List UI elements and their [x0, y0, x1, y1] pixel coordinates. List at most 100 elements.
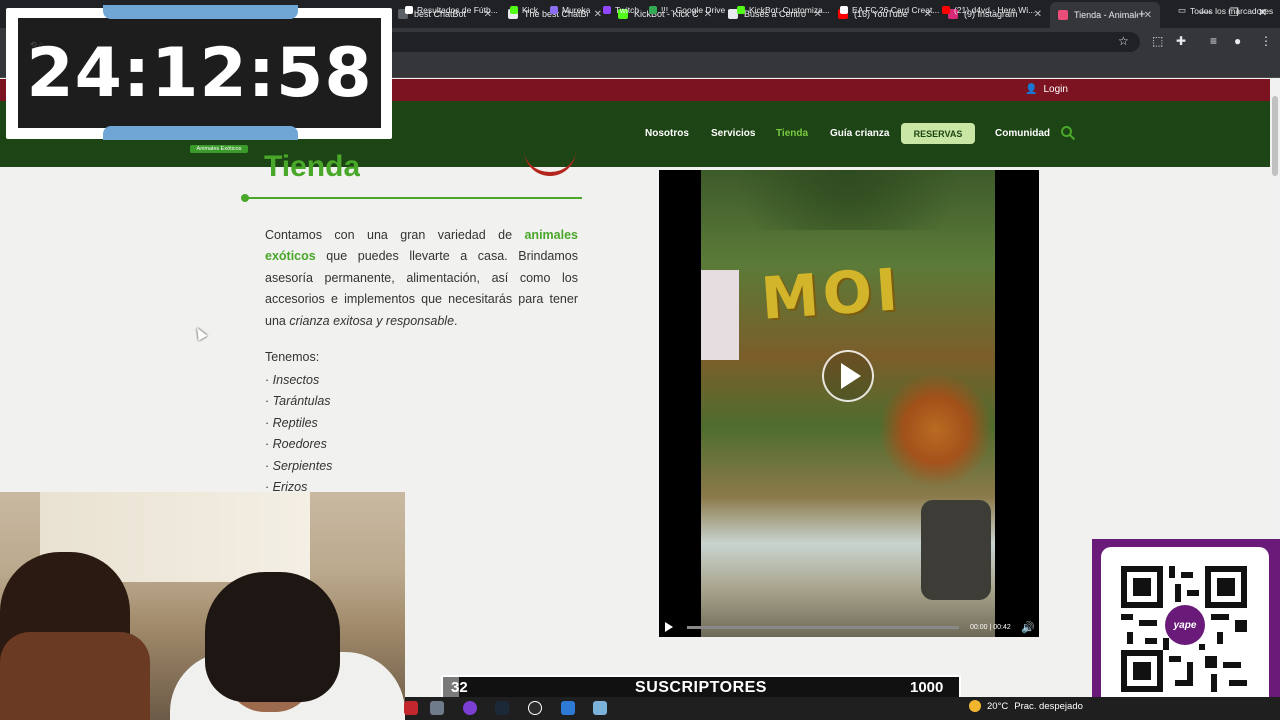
list-item: · Serpientes — [265, 458, 333, 473]
subscriber-goal: 1000 — [910, 679, 944, 696]
browser-icon[interactable] — [463, 701, 477, 715]
video-sign: MOI — [758, 255, 904, 333]
weather-widget[interactable]: 20°C Prac. despejado — [969, 700, 1083, 712]
countdown-timer: 24:12:58 — [26, 34, 373, 113]
bookmark-favicon — [550, 6, 558, 14]
timer-bar-bottom — [103, 126, 298, 140]
all-bookmarks-label: Todos los marcadores — [1190, 5, 1274, 16]
tab-label: Tienda - Animales — [1074, 10, 1138, 20]
bookmark-item[interactable]: Kick — [510, 5, 538, 15]
webcam-person-left-body — [0, 632, 150, 720]
tab-favicon — [1058, 10, 1068, 20]
list-item: · Tarántulas — [265, 394, 331, 409]
bookmark-favicon — [942, 6, 950, 14]
intro-text-1: Contamos con una gran variedad de — [265, 228, 525, 242]
subscriber-label: SUSCRIPTORES — [635, 679, 767, 696]
webcam-overlay — [0, 492, 405, 720]
bookmark-favicon — [405, 6, 413, 14]
nav-comunidad[interactable]: Comunidad — [995, 128, 1050, 139]
bookmark-favicon — [510, 6, 518, 14]
list-item-label: Insectos — [272, 373, 320, 387]
explorer-icon[interactable] — [430, 701, 444, 715]
webcam-person-right-hair — [205, 572, 340, 702]
sun-icon — [969, 700, 981, 712]
bookmark-item[interactable]: !!! - Google Drive — [649, 5, 725, 15]
settings-icon[interactable] — [593, 701, 607, 715]
star-icon[interactable]: ☆ — [1118, 34, 1129, 48]
nav-guia-crianza[interactable]: Guía crianza — [830, 128, 889, 139]
bookmark-label: KickBot: Customiza... — [749, 5, 830, 15]
bookmark-favicon — [603, 6, 611, 14]
play-icon — [841, 363, 861, 389]
video-poster — [701, 270, 739, 360]
nav-tienda[interactable]: Tienda — [776, 128, 808, 139]
bookmark-item[interactable]: EA FC 26 Card Creat... — [840, 5, 939, 15]
video-time: 00:00 | 00:42 — [970, 624, 1011, 631]
obs-icon[interactable] — [528, 701, 542, 715]
list-item: · Roedores — [265, 437, 327, 452]
bookmark-item[interactable]: KickBot: Customiza... — [737, 5, 830, 15]
bookmark-item[interactable]: Twitch — [603, 5, 639, 15]
bookmark-label: Resultados de Fútb... — [417, 5, 498, 15]
weather-desc: Prac. despejado — [1014, 700, 1083, 712]
bookmark-label: Twitch — [615, 5, 640, 15]
list-item-label: Tarántulas — [272, 394, 331, 409]
bookmark-favicon — [737, 6, 745, 14]
page-title: Tienda — [264, 152, 361, 182]
extensions-icon[interactable]: ⬚ — [1152, 34, 1163, 48]
bookmark-favicon — [840, 6, 848, 14]
bookmark-item[interactable]: Mureka — [550, 5, 590, 15]
list-item-label: Roedores — [272, 437, 327, 452]
all-bookmarks[interactable]: ▭ Todos los marcadores — [1178, 5, 1273, 16]
intro-paragraph: Contamos con una gran variedad de animal… — [265, 225, 578, 332]
user-icon: 👤 — [1025, 84, 1038, 95]
bookmark-item[interactable]: (21) d4vd - Here Wi... — [942, 5, 1035, 15]
video-frame: MOI — [701, 170, 995, 637]
search-icon[interactable] — [1060, 125, 1076, 141]
bookmark-item[interactable]: Resultados de Fútb... — [405, 5, 498, 15]
login-label: Login — [1043, 84, 1068, 95]
media-icon[interactable]: ≡ — [1210, 34, 1217, 48]
mouse-cursor — [192, 325, 208, 341]
bookmark-label: !!! - Google Drive — [661, 5, 726, 15]
reservas-button[interactable]: RESERVAS — [901, 123, 975, 144]
intro-emphasis: crianza exitosa y responsable — [289, 313, 455, 328]
video-seek-bar[interactable] — [687, 626, 959, 629]
title-underline — [244, 197, 582, 199]
files-icon[interactable] — [561, 701, 575, 715]
video-pot — [921, 500, 991, 600]
video-plant — [881, 370, 991, 490]
list-item-label: Serpientes — [272, 458, 333, 473]
tenemos-label: Tenemos: — [265, 350, 320, 364]
nav-servicios[interactable]: Servicios — [711, 128, 755, 139]
title-decoration — [524, 150, 576, 176]
login-link[interactable]: 👤 Login — [1025, 84, 1068, 95]
bookmark-favicon — [649, 6, 657, 14]
bookmark-label: EA FC 26 Card Creat... — [852, 5, 940, 15]
profile-icon[interactable]: ● — [1234, 34, 1241, 48]
puzzle-icon[interactable]: ✚ — [1176, 34, 1186, 48]
close-tab-icon[interactable]: ✕ — [594, 9, 602, 20]
folder-icon: ▭ — [1178, 5, 1187, 15]
title-underline-dot — [241, 194, 249, 202]
video-control-play-icon[interactable] — [665, 622, 673, 632]
bookmark-label: Kick — [522, 5, 539, 15]
logo-badge: Animales Exóticos — [190, 145, 248, 153]
list-item: · Insectos — [265, 373, 320, 387]
video-foliage — [701, 170, 995, 230]
scrollbar-thumb[interactable] — [1272, 96, 1278, 176]
steam-icon[interactable] — [495, 701, 509, 715]
new-tab-button[interactable]: + — [1138, 6, 1146, 21]
yape-logo: yape — [1165, 605, 1205, 645]
bookmark-label: Mureka — [562, 5, 591, 15]
nav-nosotros[interactable]: Nosotros — [645, 128, 689, 139]
volume-icon[interactable]: 🔊 — [1021, 621, 1035, 634]
animal-list: · Insectos · Tarántulas · Reptiles · Roe… — [265, 370, 332, 498]
list-item-label: Reptiles — [272, 415, 318, 430]
bookmark-label: (21) d4vd - Here Wi... — [954, 5, 1036, 15]
list-item: · Reptiles — [265, 415, 318, 430]
menu-icon[interactable]: ⋮ — [1260, 34, 1272, 48]
timer-bar-top — [103, 5, 298, 19]
app-icon[interactable] — [404, 701, 418, 715]
weather-temp: 20°C — [987, 700, 1009, 712]
